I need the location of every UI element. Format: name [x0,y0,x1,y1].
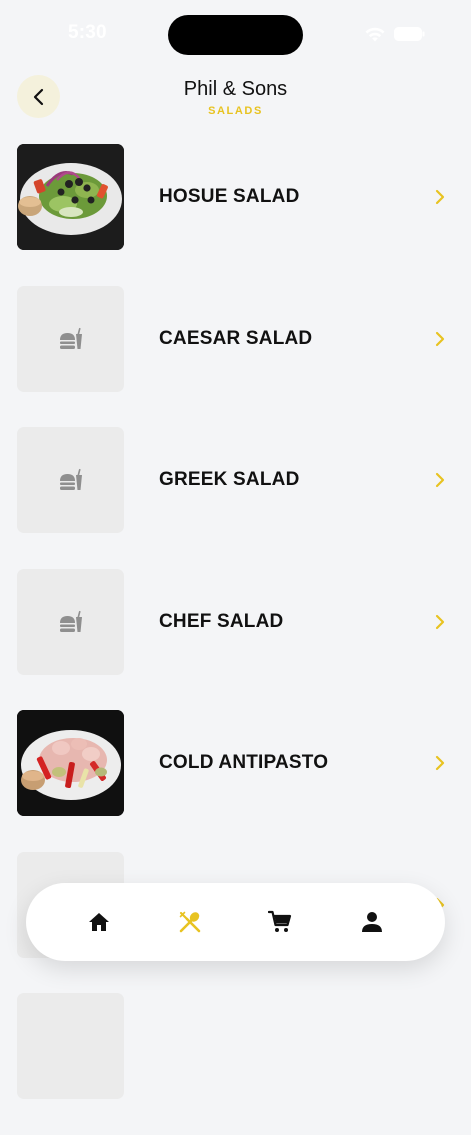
menu-item[interactable] [0,993,471,1099]
item-thumbnail [17,568,124,675]
page-title: Phil & Sons [183,78,288,100]
utensils-icon [179,911,201,933]
item-name: GREEK SALAD [159,469,300,490]
dynamic-island [168,15,303,55]
nav-menu-button[interactable] [177,909,203,935]
food-placeholder-icon [59,468,82,490]
chevron-right-icon [435,189,445,205]
food-placeholder-icon [59,610,82,632]
menu-item[interactable]: HOSUE SALAD [0,144,471,250]
menu-list: HOSUE SALAD CAESAR SALAD GREEK SALAD CHE… [0,144,471,1135]
item-name: CAESAR SALAD [159,327,313,349]
chevron-right-icon [435,472,445,488]
item-thumbnail [17,993,124,1099]
battery-icon [394,27,425,41]
menu-item[interactable]: CHEF SALAD [0,568,471,675]
page-subtitle: SALADS [208,105,263,117]
chevron-right-icon [435,755,445,771]
item-thumbnail [17,710,124,816]
menu-item[interactable]: COLD ANTIPASTO [0,710,471,816]
item-name: CHEF SALAD [159,610,284,632]
nav-profile-button[interactable] [359,909,385,935]
food-placeholder-icon [59,327,82,349]
status-bar: 5:30 [0,0,471,60]
item-thumbnail [17,144,124,250]
salad-photo [17,144,124,250]
status-time: 5:30 [68,22,107,43]
menu-item[interactable]: CAESAR SALAD [0,285,471,392]
cart-icon [268,910,292,932]
item-name: HOSUE SALAD [159,186,300,207]
nav-cart-button[interactable] [267,909,293,935]
antipasto-photo [17,710,124,816]
chevron-right-icon [435,331,445,346]
item-thumbnail [17,427,124,533]
item-name: COLD ANTIPASTO [159,752,329,773]
nav-home-button[interactable] [86,909,112,935]
header: Phil & Sons SALADS [0,60,471,130]
bottom-nav [26,883,445,961]
menu-item[interactable]: GREEK SALAD [0,427,471,533]
wifi-icon [365,27,385,42]
item-thumbnail [17,285,124,392]
chevron-right-icon [435,614,445,629]
profile-icon [362,912,382,932]
home-icon [89,913,109,931]
